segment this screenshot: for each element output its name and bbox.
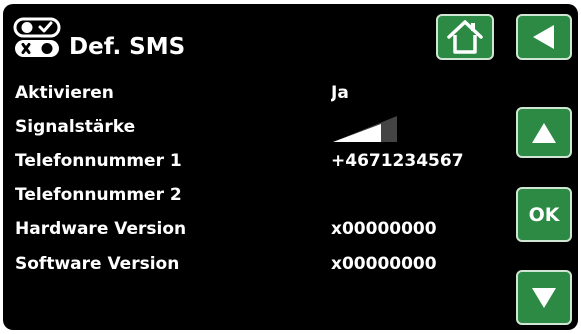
home-icon: [447, 20, 483, 54]
row-label-hardware-version: Hardware Version: [15, 219, 187, 239]
display-screen: Def. SMS OK Aktivieren Ja Signalstärke T…: [3, 4, 578, 330]
back-button[interactable]: [516, 14, 572, 60]
home-button[interactable]: [436, 14, 494, 60]
row-label-telefonnummer-2[interactable]: Telefonnummer 2: [15, 185, 182, 205]
row-label-telefonnummer-1[interactable]: Telefonnummer 1: [15, 151, 182, 171]
signal-strength-icon: [333, 116, 397, 142]
row-value-hardware-version: x00000000: [331, 219, 437, 239]
ok-button[interactable]: OK: [516, 187, 572, 242]
sms-toggle-icon: [13, 17, 61, 57]
row-value-telefonnummer-1[interactable]: +4671234567: [331, 151, 479, 171]
row-label-software-version: Software Version: [15, 254, 180, 274]
up-arrow-icon: [532, 122, 556, 143]
scroll-up-button[interactable]: [516, 107, 572, 158]
down-arrow-icon: [532, 287, 556, 308]
ok-label: OK: [528, 203, 560, 226]
row-value-aktivieren[interactable]: Ja: [331, 83, 479, 103]
scroll-down-button[interactable]: [516, 270, 572, 325]
row-value-software-version: x00000000: [331, 254, 437, 274]
back-arrow-icon: [533, 25, 554, 49]
page-title: Def. SMS: [69, 34, 186, 60]
row-label-signalstaerke[interactable]: Signalstärke: [15, 117, 135, 137]
row-label-aktivieren[interactable]: Aktivieren: [15, 83, 114, 103]
